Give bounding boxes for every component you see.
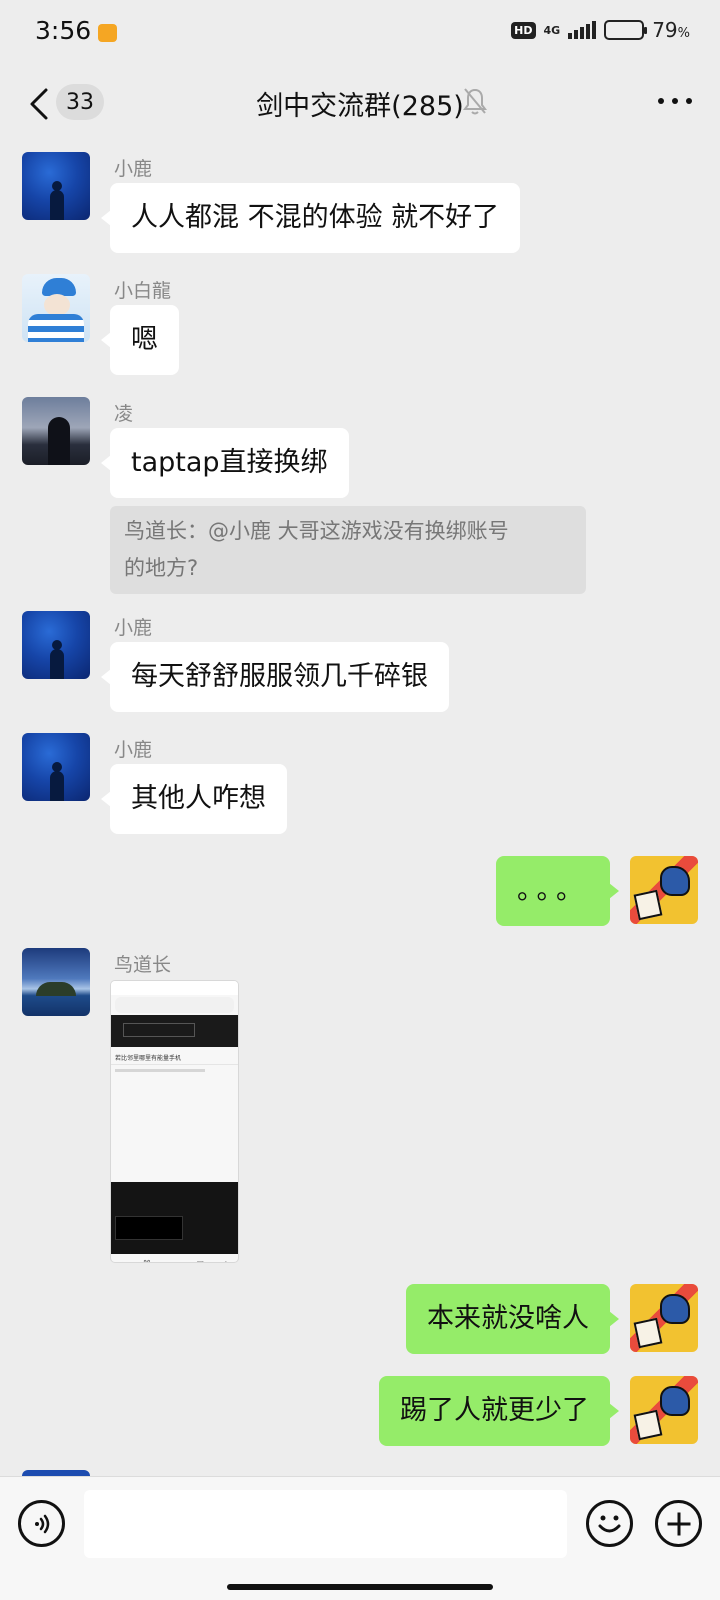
quote-line: 的地方? <box>124 556 199 580</box>
image-text-line <box>115 1069 205 1072</box>
message-bubble[interactable]: taptap直接换绑 <box>101 428 349 498</box>
sender-name: 凌 <box>114 403 134 425</box>
app-notification-icon <box>98 24 117 42</box>
signal-icon <box>568 21 597 39</box>
sender-name: 小白龍 <box>114 280 172 302</box>
deer-avatar[interactable] <box>22 152 90 220</box>
image-status-bar <box>111 981 238 995</box>
voice-icon <box>34 1514 49 1533</box>
image-blank-area <box>111 1076 238 1182</box>
sender-name: 鸟道长 <box>114 954 172 976</box>
network-type: 4G <box>543 23 561 37</box>
image-caption: 若比邻里哪里有能量手机 <box>111 1047 238 1065</box>
quote-line: 鸟道长：@小鹿 大哥这游戏没有换绑账号 <box>124 519 509 543</box>
message-input[interactable] <box>84 1490 567 1558</box>
status-bar: 3:56 HD 4G 79% <box>0 0 720 66</box>
input-bar <box>0 1476 720 1600</box>
image-nav-bar: ‹⌘▭▢⌂ <box>111 1254 238 1262</box>
image-url-bar <box>115 997 234 1013</box>
sender-name: 小鹿 <box>114 158 153 180</box>
emoji-icon <box>598 1515 621 1533</box>
self-avatar[interactable] <box>630 856 698 924</box>
plus-button[interactable] <box>655 1500 702 1547</box>
quoted-message[interactable]: 鸟道长：@小鹿 大哥这游戏没有换绑账号 的地方? <box>110 506 586 594</box>
emoji-button[interactable] <box>586 1500 633 1547</box>
message-bubble[interactable]: 。。。 <box>496 856 619 926</box>
message-bubble[interactable]: 人人都混 不混的体验 就不好了 <box>100 183 521 253</box>
image-message[interactable]: 若比邻里哪里有能量手机 ‹⌘▭▢⌂ <box>110 980 239 1263</box>
battery-percent: 79% <box>652 18 690 42</box>
bird-avatar[interactable] <box>22 948 90 1016</box>
battery-icon <box>604 20 648 40</box>
hd-icon: HD <box>511 21 536 39</box>
deer-avatar[interactable] <box>22 611 90 679</box>
self-avatar[interactable] <box>630 1284 698 1352</box>
image-dark-area <box>111 1182 238 1254</box>
home-indicator[interactable] <box>227 1584 493 1590</box>
more-icon[interactable] <box>658 98 692 104</box>
chat-title[interactable]: 剑中交流群(285) <box>0 84 720 123</box>
message-bubble[interactable]: 本来就没啥人 <box>406 1284 619 1354</box>
chat-header: 33 剑中交流群(285) <box>0 66 720 142</box>
message-bubble[interactable]: 嗯 <box>101 305 179 375</box>
sender-name: 小鹿 <box>114 739 153 761</box>
image-banner <box>111 1015 238 1047</box>
voice-button[interactable] <box>18 1500 65 1547</box>
message-bubble[interactable]: 踢了人就更少了 <box>379 1376 619 1446</box>
mute-bell-icon <box>463 88 487 115</box>
sender-name: 小鹿 <box>114 617 153 639</box>
ling-avatar[interactable] <box>22 397 90 465</box>
dragon-avatar[interactable] <box>22 274 90 342</box>
message-bubble[interactable]: 每天舒舒服服领几千碎银 <box>101 642 449 712</box>
status-time: 3:56 <box>35 16 92 45</box>
message-bubble[interactable]: 其他人咋想 <box>101 764 287 834</box>
status-indicators: HD 4G 79% <box>511 18 690 42</box>
self-avatar[interactable] <box>630 1376 698 1444</box>
deer-avatar[interactable] <box>22 733 90 801</box>
